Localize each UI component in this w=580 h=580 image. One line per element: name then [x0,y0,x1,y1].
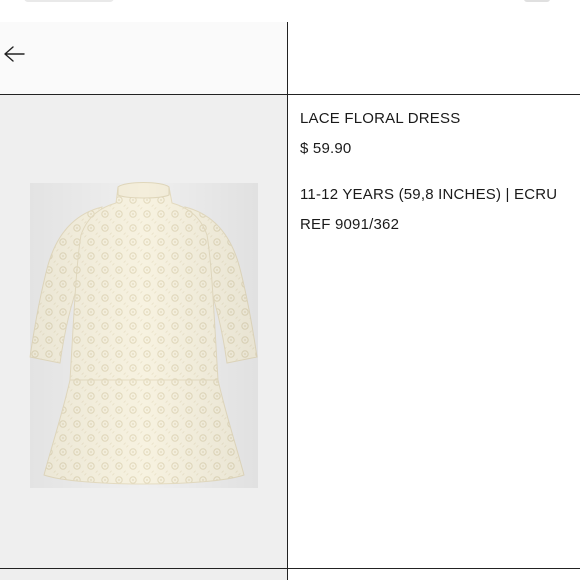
dress-illustration [29,182,258,488]
header-area [0,22,287,94]
next-image-strip [0,569,287,580]
product-variant: 11-12 YEARS (59,8 INCHES) | ECRU [300,186,558,203]
arrow-left-icon [4,46,25,62]
back-button[interactable] [0,36,28,72]
top-bar [0,0,580,22]
top-bar-partial-element [24,0,114,2]
product-name: LACE FLORAL DRESS [300,110,461,127]
vertical-divider [287,22,288,580]
top-bar-partial-icon [524,0,550,2]
product-price: $ 59.90 [300,140,352,157]
product-reference: REF 9091/362 [300,216,400,233]
product-image[interactable] [0,95,287,568]
